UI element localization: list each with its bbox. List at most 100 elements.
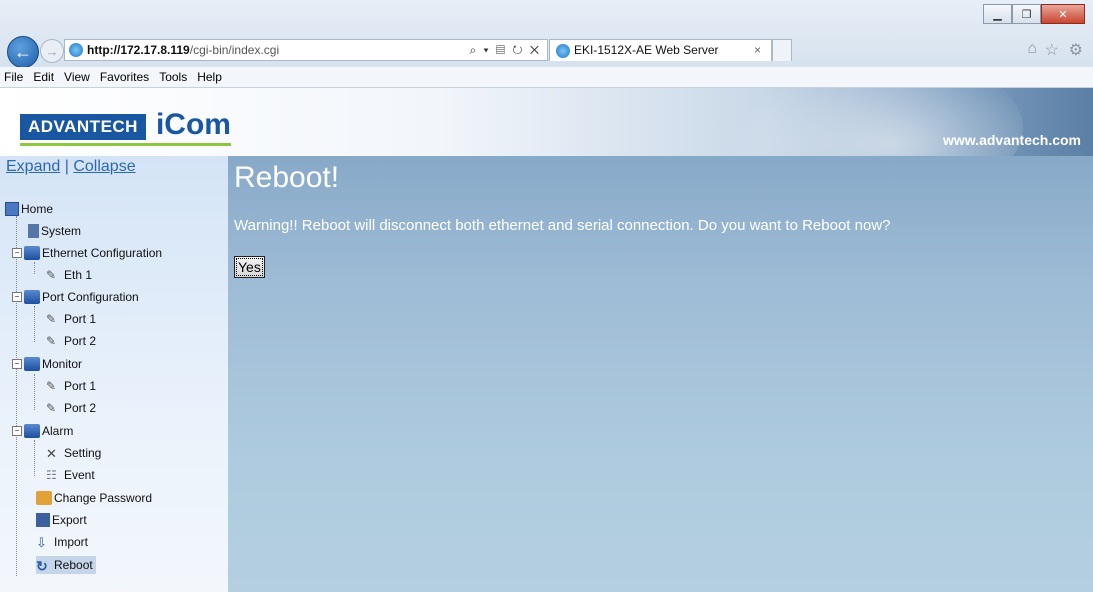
address-controls[interactable]: ⌕ ▾ ▤ ↻ ✕: [470, 40, 542, 60]
event-icon: ☷: [46, 468, 57, 482]
import-icon: ⇩: [36, 535, 47, 550]
browser-tab[interactable]: EKI-1512X-AE Web Server ×: [549, 39, 772, 61]
tree-item-monitor-port1[interactable]: ✎ Port 1: [46, 377, 96, 395]
menu-bar: File Edit View Favorites Tools Help: [0, 67, 1093, 88]
collapse-toggle-icon[interactable]: −: [12, 359, 22, 369]
forward-button[interactable]: →: [40, 39, 64, 63]
close-window-button[interactable]: ✕: [1041, 4, 1085, 24]
home-icon: [5, 202, 19, 216]
tree-item-port-configuration[interactable]: − Port Configuration: [12, 288, 139, 306]
tree-label: Port 2: [64, 334, 97, 348]
advantech-icom-logo: ADVANTECH iCom: [20, 108, 231, 146]
ie-page-icon: [69, 43, 83, 57]
tab-title: EKI-1512X-AE Web Server: [574, 43, 719, 57]
tree-item-alarm[interactable]: − Alarm: [12, 422, 73, 440]
separator: |: [64, 158, 69, 175]
tree-label: Export: [52, 513, 87, 527]
port-icon: ✎: [46, 312, 57, 326]
tree-item-home[interactable]: Home: [5, 200, 53, 218]
tree-line: [34, 440, 35, 476]
settings-gear-icon[interactable]: ⚙: [1069, 40, 1083, 60]
main-content: Reboot! Warning!! Reboot will disconnect…: [228, 156, 1093, 592]
forward-arrow-icon: →: [45, 43, 59, 59]
password-icon: [36, 491, 52, 505]
tree-item-export[interactable]: Export: [36, 511, 87, 529]
tree-item-port-config-port1[interactable]: ✎ Port 1: [46, 310, 96, 328]
tree-item-event[interactable]: ☷ Event: [46, 466, 95, 484]
collapse-toggle-icon[interactable]: −: [12, 426, 22, 436]
tree-item-system[interactable]: System: [28, 222, 81, 240]
tab-close-icon[interactable]: ×: [754, 40, 761, 61]
tree-label: System: [41, 224, 82, 238]
minimize-button[interactable]: ▁: [983, 4, 1012, 24]
tree-label: Port 2: [64, 401, 97, 415]
tree-item-reboot[interactable]: ↻ Reboot: [36, 556, 96, 574]
tree-label: Event: [64, 468, 95, 482]
tree-label: Port Configuration: [42, 290, 139, 304]
tree-line: [34, 374, 35, 410]
tree-item-import[interactable]: ⇩ Import: [36, 533, 88, 551]
url-path: /cgi-bin/index.cgi: [189, 43, 280, 57]
logo-advantech: ADVANTECH: [20, 114, 146, 140]
tree-item-monitor-port2[interactable]: ✎ Port 2: [46, 399, 96, 417]
expand-link[interactable]: Expand: [6, 158, 60, 175]
tree-label: Port 1: [64, 379, 97, 393]
address-bar[interactable]: http://172.17.8.119/cgi-bin/index.cgi ⌕ …: [64, 39, 548, 61]
tree-label: Reboot: [54, 558, 93, 572]
header-banner: ADVANTECH iCom www.advantech.com: [0, 88, 1093, 156]
port-icon: ✎: [46, 401, 57, 415]
yes-button[interactable]: Yes: [234, 256, 265, 278]
menu-favorites[interactable]: Favorites: [95, 67, 154, 87]
system-icon: [28, 224, 39, 238]
window-controls: ▁ ❐ ✕: [983, 4, 1085, 24]
back-button[interactable]: ←: [7, 36, 39, 68]
expand-collapse-links: Expand | Collapse: [6, 158, 136, 176]
port-icon: ✎: [46, 334, 57, 348]
tree-label: Alarm: [42, 424, 74, 438]
tree-label: Eth 1: [64, 268, 93, 282]
back-arrow-icon: ←: [14, 41, 32, 62]
ie-tab-icon: [556, 44, 570, 58]
menu-view[interactable]: View: [59, 67, 95, 87]
collapse-link[interactable]: Collapse: [73, 158, 135, 175]
tree-item-eth1[interactable]: ✎ Eth 1: [46, 266, 92, 284]
menu-help[interactable]: Help: [192, 67, 227, 87]
tree-label: Monitor: [42, 357, 83, 371]
menu-edit[interactable]: Edit: [28, 67, 59, 87]
tree-item-ethernet-configuration[interactable]: − Ethernet Configuration: [12, 244, 162, 262]
folder-icon: [24, 424, 40, 438]
logo-icom: iCom: [155, 108, 231, 141]
pencil-icon: ✎: [46, 268, 57, 282]
page-title: Reboot!: [234, 161, 340, 194]
collapse-toggle-icon[interactable]: −: [12, 248, 22, 258]
tree-label: Ethernet Configuration: [42, 246, 163, 260]
sidebar-nav: Expand | Collapse Home System − Ethernet …: [0, 156, 228, 592]
tree-label: Setting: [64, 446, 102, 460]
tree-label: Import: [54, 535, 89, 549]
tree-line: [34, 306, 35, 342]
browser-chrome: ▁ ❐ ✕ ← → http://172.17.8.119/cgi-bin/in…: [0, 0, 1093, 68]
warning-message: Warning!! Reboot will disconnect both et…: [234, 217, 891, 234]
tree-label: Change Password: [54, 491, 153, 505]
collapse-toggle-icon[interactable]: −: [12, 292, 22, 302]
tree-item-port-config-port2[interactable]: ✎ Port 2: [46, 332, 96, 350]
port-icon: ✎: [46, 379, 57, 393]
tree-item-monitor[interactable]: − Monitor: [12, 355, 82, 373]
logo-underline: [20, 143, 231, 146]
home-icon[interactable]: ⌂: [1027, 40, 1037, 58]
tree-line: [16, 216, 17, 576]
menu-tools[interactable]: Tools: [154, 67, 192, 87]
menu-file[interactable]: File: [0, 67, 28, 87]
tree-label: Port 1: [64, 312, 97, 326]
maximize-button[interactable]: ❐: [1012, 4, 1041, 24]
tools-icon: ✕: [46, 446, 57, 461]
tree-item-setting[interactable]: ✕ Setting: [46, 444, 101, 462]
website-label: www.advantech.com: [943, 132, 1081, 148]
tree-item-change-password[interactable]: Change Password: [36, 489, 152, 507]
tree-label: Home: [21, 202, 54, 216]
save-disk-icon: [36, 513, 50, 527]
folder-icon: [24, 357, 40, 371]
new-tab-button[interactable]: [772, 39, 792, 61]
tree-line: [34, 262, 35, 274]
favorites-star-icon[interactable]: ☆: [1045, 40, 1059, 60]
